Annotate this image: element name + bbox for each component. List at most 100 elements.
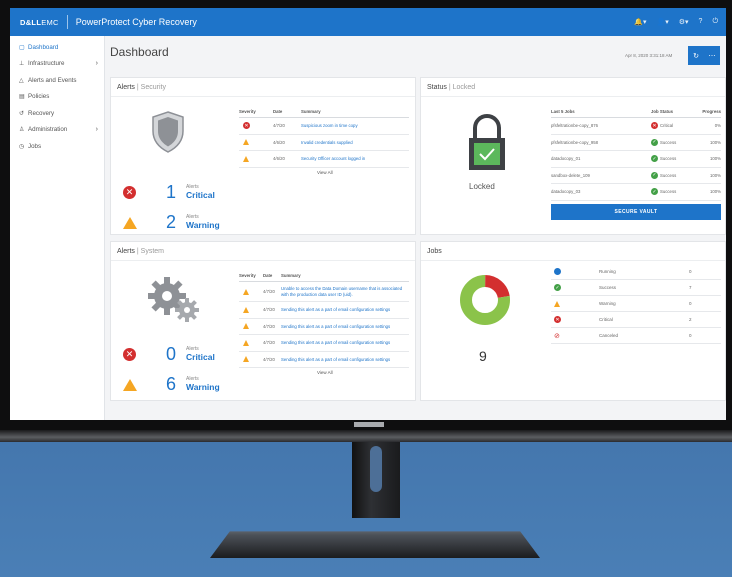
success-icon: ✓ [651, 188, 658, 196]
critical-icon: ✕ [554, 316, 561, 323]
job-progress: 100% [710, 172, 721, 178]
warning-icon [243, 139, 249, 146]
table-row[interactable]: sandbox-delete_109 ✓ Success 100% [551, 168, 721, 184]
warning-icon [243, 155, 249, 162]
warning-count[interactable]: 6 Alerts Warning [123, 374, 220, 395]
alert-date: 4/7/20 [263, 289, 275, 294]
critical-count[interactable]: ✕ 0 Alerts Critical [123, 344, 215, 365]
running-icon [554, 267, 561, 275]
critical-count-number: 1 [166, 182, 177, 202]
sidebar-item-dashboard[interactable]: ▢ Dashboard [10, 39, 104, 56]
table-row[interactable]: 4/7/20 Unable to access the Data Domain … [239, 282, 409, 302]
table-row[interactable]: datadocopy_03 ✓ Success 100% [551, 184, 721, 201]
sidebar-item-policies[interactable]: ▤ Policies [10, 89, 104, 106]
lock-status-label: Locked [469, 182, 495, 191]
brand-logo: D&LLEMC [10, 18, 59, 27]
alert-summary-link[interactable]: Sending this alert as a part of email co… [281, 340, 390, 345]
jobs-total: 9 [479, 348, 487, 364]
warning-icon [554, 300, 560, 307]
chevron-right-icon: › [95, 60, 98, 68]
alert-summary-link[interactable]: Invalid credentials supplied [301, 140, 353, 145]
warning-icon [243, 288, 249, 295]
bell-icon[interactable]: 🔔▾ [634, 18, 646, 26]
table-row[interactable]: 4/7/20 Sending this alert as a part of e… [239, 319, 409, 335]
alert-summary-link[interactable]: Sending this alert as a part of email co… [281, 307, 390, 312]
more-icon[interactable]: ⋯ [704, 46, 720, 65]
sidebar-item-infrastructure[interactable]: ⊥ Infrastructure › [10, 56, 104, 73]
sidebar-item-alerts[interactable]: △ Alerts and Events [10, 72, 104, 89]
jobs-donut-chart [460, 275, 510, 325]
brand-bold: D&LL [20, 17, 42, 27]
alert-date: 4/7/20 [273, 123, 285, 129]
job-state-count: 0 [689, 333, 692, 338]
power-icon[interactable]: ⏻ [712, 18, 718, 26]
success-icon: ✓ [651, 171, 658, 179]
table-row[interactable]: Running 0 [551, 264, 721, 280]
alert-summary-link[interactable]: Unable to access the Data Domain usernam… [281, 286, 409, 296]
card-subtitle: Security [140, 83, 166, 91]
canceled-icon: ⊘ [554, 332, 560, 340]
table-row[interactable]: datadocopy_01 ✓ Success 100% [551, 151, 721, 168]
chevron-right-icon: › [95, 126, 98, 134]
sidebar-item-label: Policies [28, 93, 50, 101]
view-all-link[interactable]: View All [317, 370, 333, 375]
critical-icon: ✕ [123, 186, 136, 199]
job-state-label: Success [599, 285, 617, 290]
table-row[interactable]: pfsfeltrationbe-copy_958 ✓ Success 100% [551, 135, 721, 151]
table-row[interactable]: Warning 0 [551, 296, 721, 312]
alert-summary-link[interactable]: Suspicious zoom in time copy [301, 123, 358, 128]
table-row[interactable]: 4/6/20 Invalid credentials supplied [239, 135, 409, 151]
sidebar-item-administration[interactable]: ♙ Administration › [10, 122, 104, 139]
view-all-link[interactable]: View All [317, 170, 333, 175]
table-row[interactable]: pfsfeltrationbe-copy_876 ✕ Critical 0% [551, 118, 721, 135]
count-type: Critical [186, 352, 215, 363]
alert-date: 4/6/20 [273, 156, 285, 162]
security-alerts-table: Severity Date Summary ✕ 4/7/20 Suspiciou… [239, 105, 409, 168]
critical-count[interactable]: ✕ 1 Alerts Critical [123, 182, 215, 203]
card-title: Status [427, 83, 447, 91]
jobs-status-table: Running 0 ✓ Success 7 Warning 0 ✕ Critic… [551, 264, 721, 344]
column-header: Severity [239, 108, 256, 114]
infrastructure-icon: ⊥ [19, 61, 25, 68]
alert-summary-link[interactable]: Security Officer account logged in [301, 156, 365, 161]
secure-vault-button[interactable]: SECURE VAULT [551, 204, 721, 220]
table-row[interactable]: 4/6/20 Security Officer account logged i… [239, 151, 409, 168]
table-row[interactable]: 4/7/20 Sending this alert as a part of e… [239, 302, 409, 319]
sidebar-item-recovery[interactable]: ↺ Recovery [10, 105, 104, 122]
job-name: datadocopy_03 [551, 189, 581, 195]
job-progress: 100% [710, 139, 721, 145]
card-title: Alerts [117, 83, 135, 91]
job-progress: 100% [710, 156, 721, 162]
job-state-label: Critical [599, 317, 613, 322]
alert-summary-link[interactable]: Sending this alert as a part of email co… [281, 324, 390, 329]
gear-icon[interactable]: ⚙▾ [679, 18, 689, 26]
alert-icon: △ [19, 77, 24, 84]
warning-count[interactable]: 2 Alerts Warning [123, 212, 220, 233]
sidebar-item-jobs[interactable]: ◷ Jobs [10, 138, 104, 155]
count-type: Warning [186, 220, 220, 231]
last-jobs-table: Last 5 Jobs Job Status Progress pfsfeltr… [551, 105, 721, 201]
job-state-count: 0 [689, 269, 692, 274]
warning-icon [123, 378, 137, 391]
header-actions: ↻ ⋯ [688, 46, 720, 65]
refresh-icon[interactable]: ↻ [688, 46, 704, 65]
job-state-count: 2 [689, 317, 692, 322]
job-name: sandbox-delete_109 [551, 172, 590, 178]
column-header: Severity [239, 272, 256, 278]
job-state-count: 0 [689, 301, 692, 306]
stand-cable-slot [370, 446, 382, 492]
table-row[interactable]: ✕ Critical 2 [551, 312, 721, 328]
table-row[interactable]: ⊘ Canceled 0 [551, 328, 721, 344]
table-row[interactable]: ✓ Success 7 [551, 280, 721, 296]
column-header: Date [273, 108, 283, 114]
user-icon[interactable]: 👤▾ [657, 18, 669, 26]
shield-icon [152, 111, 184, 153]
alert-date: 4/7/20 [263, 307, 275, 313]
sidebar-item-label: Dashboard [28, 43, 59, 51]
table-row[interactable]: 4/7/20 Sending this alert as a part of e… [239, 352, 409, 368]
alert-summary-link[interactable]: Sending this alert as a part of email co… [281, 357, 390, 362]
table-row[interactable]: 4/7/20 Sending this alert as a part of e… [239, 335, 409, 352]
table-row[interactable]: ✕ 4/7/20 Suspicious zoom in time copy [239, 118, 409, 135]
column-header: Summary [301, 108, 321, 114]
help-icon[interactable]: ? [699, 18, 703, 26]
